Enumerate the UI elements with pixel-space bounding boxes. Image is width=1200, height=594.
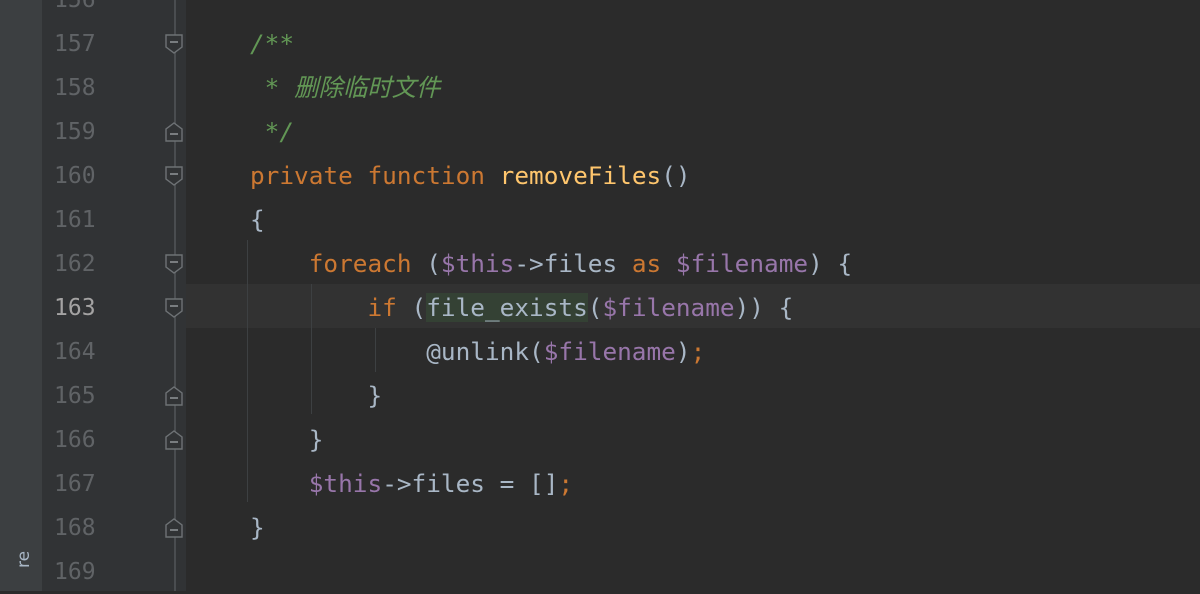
code-token: () (661, 161, 691, 190)
code-token: ( (587, 293, 603, 322)
code-token: function (367, 161, 485, 190)
code-text[interactable]: if (file_exists($filename)) { (250, 286, 793, 330)
code-line[interactable]: 161 { (0, 198, 1200, 242)
code-text[interactable]: } (250, 418, 324, 462)
code-text[interactable]: */ (250, 110, 294, 154)
code-line-partial: 156 (0, 0, 1200, 22)
code-token: )) { (734, 293, 794, 322)
code-token: as (631, 249, 662, 278)
fold-collapse-icon[interactable] (164, 297, 184, 319)
code-token: */ (250, 117, 295, 146)
code-token: $this (440, 249, 515, 278)
code-token: } (250, 381, 383, 410)
code-token: $this (308, 469, 383, 498)
code-token: ; (558, 469, 574, 498)
indent-guide (311, 284, 312, 414)
code-token: /** (250, 29, 295, 58)
fold-collapse-icon[interactable] (164, 165, 184, 187)
code-token: foreach (308, 249, 412, 278)
indent-guide (247, 240, 248, 502)
code-line[interactable]: 163 if (file_exists($filename)) { (0, 286, 1200, 330)
code-token: $filename (602, 293, 735, 322)
code-token: * 删除临时文件 (250, 73, 441, 102)
code-line[interactable]: 165 } (0, 374, 1200, 418)
code-text[interactable]: { (250, 198, 265, 242)
line-number: 157 (54, 31, 96, 57)
line-number: 160 (54, 163, 96, 189)
code-line[interactable]: 157 /** (0, 22, 1200, 66)
code-text[interactable]: private function removeFiles() (250, 154, 691, 198)
code-token: $filename (675, 249, 809, 278)
code-token: ( (396, 293, 427, 322)
code-token: private (250, 161, 353, 190)
line-number: 156 (54, 0, 96, 13)
code-token: } (250, 425, 324, 454)
code-line[interactable]: 167 $this->files = []; (0, 462, 1200, 506)
line-number: 166 (54, 427, 96, 453)
code-token: ->files (514, 249, 632, 278)
code-line[interactable]: 160 private function removeFiles() (0, 154, 1200, 198)
code-line[interactable]: 168} (0, 506, 1200, 550)
code-token: { (250, 205, 265, 234)
indent-guide (375, 328, 376, 372)
code-text[interactable]: /** (250, 22, 294, 66)
code-token: @unlink( (426, 337, 544, 366)
fold-collapse-icon[interactable] (164, 33, 184, 55)
line-number: 168 (54, 515, 96, 541)
code-token: if (367, 293, 397, 322)
line-number: 165 (54, 383, 96, 409)
line-number: 167 (54, 471, 96, 497)
code-line[interactable]: 158 * 删除临时文件 (0, 66, 1200, 110)
line-number: 158 (54, 75, 96, 101)
code-text[interactable]: * 删除临时文件 (250, 66, 441, 110)
code-token: ( (411, 249, 441, 278)
code-token: ; (690, 337, 706, 366)
code-token: $filename (543, 337, 676, 366)
code-line[interactable]: 166 } (0, 418, 1200, 462)
fold-end-icon[interactable] (164, 385, 184, 407)
line-number: 162 (54, 251, 96, 277)
code-token: ) (675, 337, 691, 366)
code-line[interactable]: 164 @unlink($filename); (0, 330, 1200, 374)
code-token: ) { (808, 249, 853, 278)
code-token: ->files = [] (382, 469, 559, 498)
fold-end-icon[interactable] (164, 517, 184, 539)
code-line[interactable]: 162 foreach ($this->files as $filename) … (0, 242, 1200, 286)
code-line[interactable]: 169 (0, 550, 1200, 594)
code-text[interactable]: } (250, 506, 265, 550)
fold-end-icon[interactable] (164, 429, 184, 451)
line-number: 164 (54, 339, 96, 365)
code-token: } (250, 513, 265, 542)
code-line[interactable]: 159 */ (0, 110, 1200, 154)
code-token: removeFiles (499, 161, 662, 190)
fold-collapse-icon[interactable] (164, 253, 184, 275)
fold-end-icon[interactable] (164, 121, 184, 143)
code-token: file_exists (426, 293, 588, 322)
code-text[interactable]: $this->files = []; (250, 462, 573, 506)
code-text[interactable]: } (250, 374, 382, 418)
code-text[interactable]: foreach ($this->files as $filename) { (250, 242, 852, 286)
line-number: 169 (54, 559, 96, 585)
line-number: 159 (54, 119, 96, 145)
line-number: 163 (54, 295, 96, 321)
code-text[interactable]: @unlink($filename); (250, 330, 705, 374)
line-number: 161 (54, 207, 96, 233)
